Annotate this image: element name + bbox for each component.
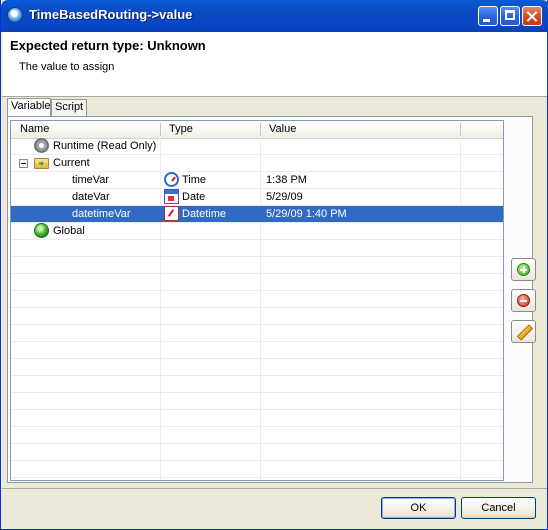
add-button[interactable] — [511, 258, 536, 281]
row-value: 5/29/09 — [266, 191, 303, 203]
variable-tab-panel: Name Type Value Runtime (Read Only) Curr… — [7, 116, 533, 483]
row-type: Datetime — [182, 208, 227, 220]
close-button[interactable] — [522, 6, 542, 26]
maximize-button[interactable] — [500, 6, 520, 26]
edit-icon — [517, 325, 530, 338]
minimize-button[interactable] — [478, 6, 498, 26]
gear-icon — [34, 138, 49, 153]
row-value: 5/29/09 1:40 PM — [266, 208, 347, 220]
remove-button[interactable] — [511, 289, 536, 312]
empty-row — [11, 257, 503, 274]
table-header: Name Type Value — [11, 121, 503, 139]
row-name: timeVar — [72, 174, 110, 186]
empty-row — [11, 291, 503, 308]
row-name: datetimeVar — [72, 208, 131, 220]
dialog-header: Expected return type: Unknown The value … — [2, 32, 547, 97]
tree-row-datevar[interactable]: dateVar Date 5/29/09 — [11, 189, 503, 206]
empty-row — [11, 359, 503, 376]
empty-row — [11, 274, 503, 291]
expected-type-title: Expected return type: Unknown — [10, 38, 206, 53]
empty-row — [11, 393, 503, 410]
empty-row — [11, 376, 503, 393]
clock-icon — [164, 172, 179, 187]
app-icon — [7, 7, 23, 23]
cancel-button[interactable]: Cancel — [461, 497, 536, 519]
empty-row — [11, 427, 503, 444]
tree-row-current[interactable]: Current — [11, 155, 503, 172]
variable-table[interactable]: Name Type Value Runtime (Read Only) Curr… — [10, 120, 504, 481]
tree-row-datetimevar[interactable]: datetimeVar Datetime 5/29/09 1:40 PM — [11, 206, 503, 223]
calendar-icon — [164, 189, 179, 204]
divider — [2, 488, 547, 489]
column-divider[interactable] — [260, 123, 261, 136]
header-description: The value to assign — [19, 61, 115, 73]
column-header-value[interactable]: Value — [269, 123, 296, 135]
row-name: Current — [53, 157, 90, 169]
title-bar[interactable]: TimeBasedRouting->value — [1, 0, 548, 32]
empty-row — [11, 461, 503, 478]
empty-row — [11, 342, 503, 359]
globe-icon — [34, 223, 49, 238]
edit-button[interactable] — [511, 320, 536, 343]
row-name: Global — [53, 225, 85, 237]
row-name: dateVar — [72, 191, 110, 203]
collapse-toggle-icon[interactable] — [19, 159, 28, 168]
column-header-type[interactable]: Type — [169, 123, 193, 135]
add-icon — [517, 263, 530, 276]
tree-row-runtime[interactable]: Runtime (Read Only) — [11, 138, 503, 155]
row-type: Date — [182, 191, 206, 203]
column-header-name[interactable]: Name — [20, 123, 49, 135]
column-divider[interactable] — [460, 123, 461, 136]
empty-row — [11, 410, 503, 427]
row-value: 1:38 PM — [266, 174, 307, 186]
column-divider[interactable] — [160, 123, 161, 136]
empty-row — [11, 325, 503, 342]
ok-button[interactable]: OK — [381, 497, 456, 519]
tab-script[interactable]: Script — [51, 99, 87, 116]
row-type: Time — [182, 174, 207, 186]
remove-icon — [517, 294, 530, 307]
empty-row — [11, 240, 503, 257]
empty-row — [11, 444, 503, 461]
folder-icon — [34, 158, 49, 169]
tree-row-timevar[interactable]: timeVar Time 1:38 PM — [11, 172, 503, 189]
row-name: Runtime (Read Only) — [53, 140, 157, 152]
dialog-window: TimeBasedRouting->value Expected return … — [0, 0, 548, 530]
empty-row — [11, 308, 503, 325]
tab-variable[interactable]: Variable — [7, 98, 51, 117]
window-title: TimeBasedRouting->value — [29, 7, 193, 22]
tree-row-global[interactable]: Global — [11, 223, 503, 240]
datetime-icon — [164, 206, 179, 221]
